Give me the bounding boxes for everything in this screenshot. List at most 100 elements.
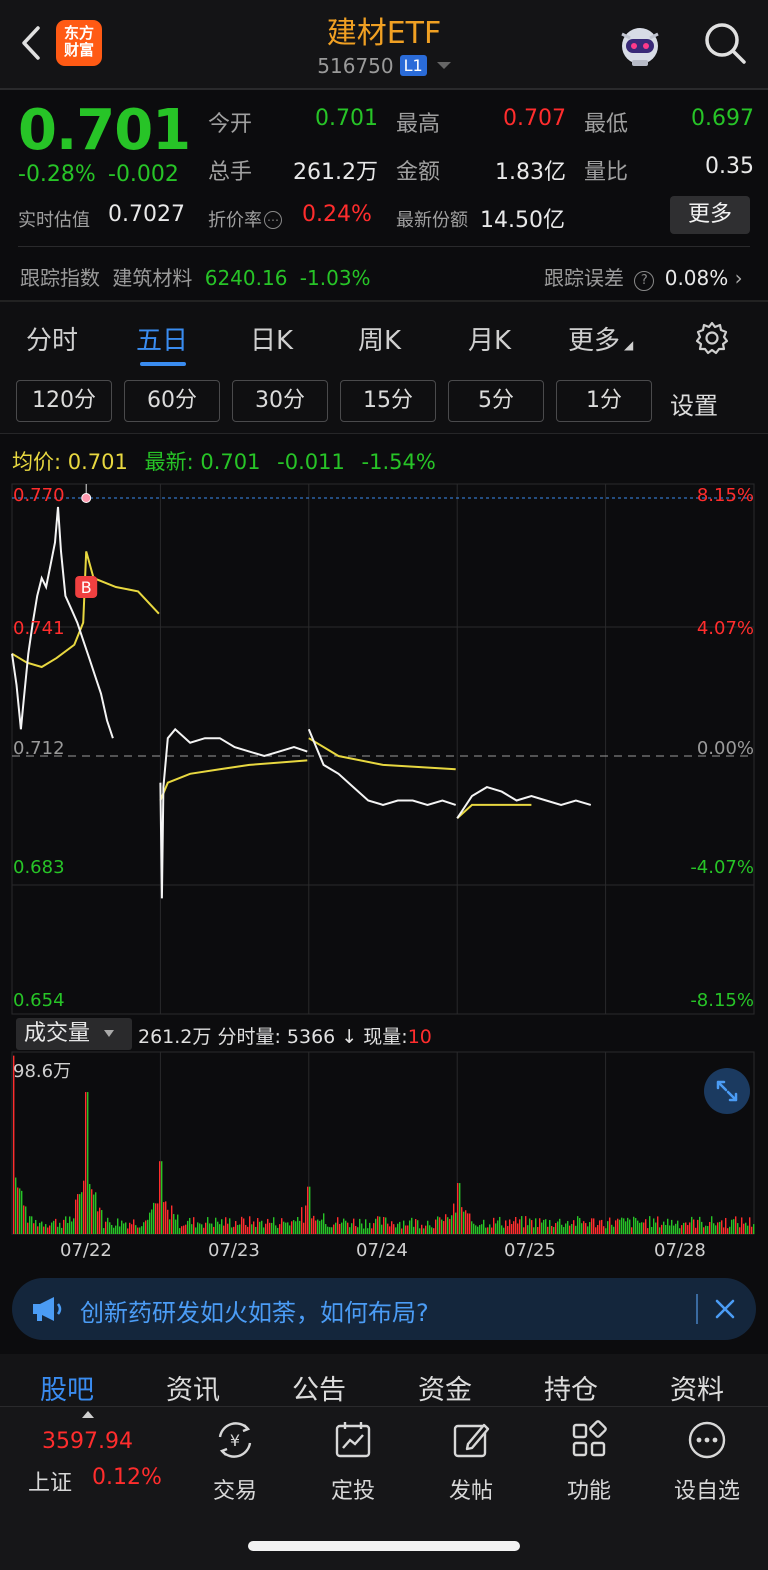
volume-bar [471,1221,473,1234]
volume-bar [655,1222,657,1234]
volume-bar [671,1219,673,1234]
more-dots-icon[interactable]: ⋯ [264,211,282,229]
gear-icon[interactable] [694,320,730,356]
volume-bar [155,1203,157,1234]
period-5min-button[interactable]: 5分 [448,380,544,422]
volume-bar [679,1228,681,1234]
volume-bar [733,1219,735,1234]
tracking-index-row[interactable]: 跟踪指数 建筑材料 6240.16 -1.03% [20,262,371,291]
volume-bar [513,1221,515,1234]
high-marker-dot [81,493,92,503]
volume-bar [423,1228,425,1234]
post-button[interactable]: 发帖 [426,1417,516,1505]
volume-bar [577,1216,579,1234]
volume-bar [205,1222,207,1234]
tab-daily-k[interactable]: 日K [250,320,293,357]
volume-bar [407,1225,409,1234]
tab-funds[interactable]: 资金 [418,1368,472,1407]
volume-bar [715,1225,717,1234]
functions-button[interactable]: 功能 [544,1417,634,1505]
corner-triangle-icon: ◢ [624,338,634,352]
volume-bar [187,1220,189,1234]
period-1min-button[interactable]: 1分 [556,380,652,422]
volume-bar [429,1225,431,1234]
index-change[interactable]: 0.12% [92,1465,162,1490]
volume-bar [699,1216,701,1234]
volume-bar [119,1226,121,1234]
more-button[interactable]: 更多 [670,196,750,234]
search-icon[interactable] [702,20,748,66]
tab-weekly-k[interactable]: 周K [358,320,401,357]
index-value[interactable]: 3597.94 [42,1429,133,1454]
five-day-chart[interactable]: B [0,480,768,1270]
index-name[interactable]: 上证 [28,1465,72,1497]
auto-invest-button[interactable]: 定投 [308,1417,398,1505]
trade-button[interactable]: ¥ 交易 [190,1417,280,1505]
volume-bar [525,1216,527,1234]
tab-monthly-k[interactable]: 月K [468,320,511,357]
tab-announcements[interactable]: 公告 [292,1368,346,1407]
tracking-error-row[interactable]: 跟踪误差 ? 0.08% › [544,262,743,291]
tab-intraday[interactable]: 分时 [26,320,78,357]
tab-more[interactable]: 更多 ◢ [568,320,633,357]
info-tabs: 股吧 资讯 公告 资金 持仓 资料 [0,1354,768,1406]
tab-news[interactable]: 资讯 [166,1368,220,1407]
volume-bar [667,1218,669,1234]
tab-five-day[interactable]: 五日 [136,320,188,357]
period-settings-button[interactable]: 设置 [670,386,718,421]
help-icon[interactable]: ? [634,271,655,291]
indicator-dropdown[interactable]: 成交量 [16,1018,132,1050]
date-label-0: 07/22 [60,1240,112,1261]
more-dots-circle-icon [688,1421,726,1459]
volume-bar [43,1226,45,1234]
volume-bar [433,1228,435,1234]
volume-bar [425,1225,427,1234]
volume-bar [33,1223,35,1234]
volume-bar [465,1210,467,1234]
volume-bar [75,1199,77,1234]
volume-bar [175,1219,177,1234]
tab-profile[interactable]: 资料 [670,1368,724,1407]
volume-bar [485,1227,487,1234]
volume-bar [281,1218,283,1234]
volume-bar [431,1227,433,1234]
volume-bar [419,1228,421,1234]
robot-assistant-icon[interactable] [616,22,664,68]
ad-banner[interactable]: 创新药研发如火如荼，如何布局? [12,1278,756,1340]
volume-bar [697,1219,699,1234]
volume-bar [475,1225,477,1234]
volume-info: 261.2万 分时量: 5366 ↓ 现量:10 [138,1022,432,1049]
volume-bar [199,1223,201,1234]
volume-bar [469,1213,471,1234]
expand-chart-button[interactable] [704,1068,750,1114]
tab-holdings[interactable]: 持仓 [544,1368,598,1407]
volume-bar [121,1220,123,1234]
volume-bar [571,1223,573,1234]
volume-bar [259,1221,261,1234]
volume-bar [675,1223,677,1234]
volume-bar [31,1216,33,1234]
volume-label: 总手 [208,160,253,185]
volume-bar [349,1227,351,1234]
add-watchlist-button[interactable]: 设自选 [662,1417,752,1505]
header-bar: 东方 财富 建材ETF 516750 L1 [0,0,768,88]
volume-bar [415,1219,417,1234]
volume-bar [731,1219,733,1234]
amount-value: 1.83亿 [495,160,566,185]
tab-forum[interactable]: 股吧 [40,1368,94,1407]
volume-bar [683,1222,685,1234]
volume-bar [179,1228,181,1234]
volume-bar [505,1220,507,1234]
chart-grid [11,483,755,1235]
period-60min-button[interactable]: 60分 [124,380,220,422]
period-120min-button[interactable]: 120分 [16,380,112,422]
volume-bar [503,1227,505,1234]
volume-bar [113,1227,115,1234]
volume-bar [261,1220,263,1234]
period-15min-button[interactable]: 15分 [340,380,436,422]
volume-bar [581,1223,583,1234]
close-icon[interactable] [712,1296,738,1322]
volume-bar [411,1217,413,1234]
period-30min-button[interactable]: 30分 [232,380,328,422]
discount-label[interactable]: 折价率 ⋯ [208,206,282,232]
